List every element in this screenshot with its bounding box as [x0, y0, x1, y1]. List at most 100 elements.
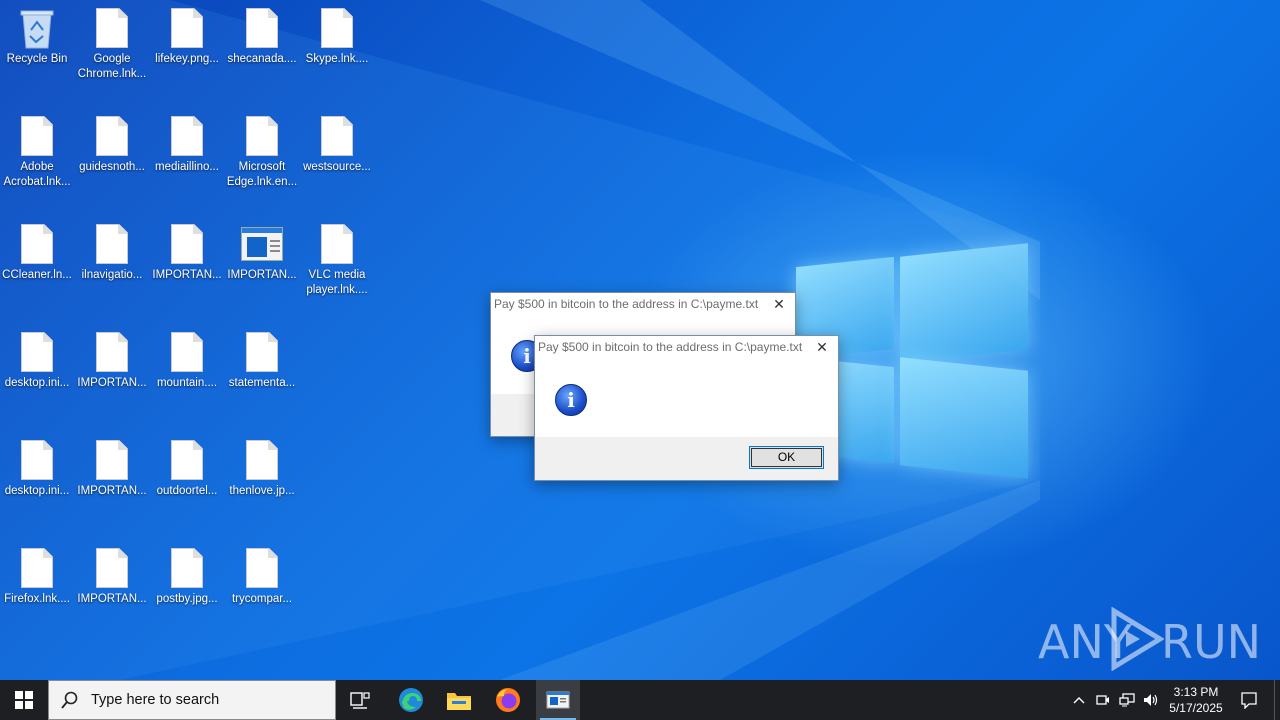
desktop-icon-label: postby.jpg...	[156, 593, 218, 605]
desktop-icon-label: IMPORTAN...	[152, 269, 222, 281]
file-icon	[21, 548, 53, 588]
file-icon	[246, 332, 278, 372]
show-hidden-icons-button[interactable]	[1068, 680, 1090, 720]
desktop: Recycle Bin Google Chrome.lnk... lifekey.p…	[0, 0, 1280, 680]
desktop-icon-label: Skype.lnk....	[305, 53, 369, 65]
camera-icon	[1096, 695, 1109, 705]
desktop-icon[interactable]: thenlove.jp...	[225, 440, 299, 499]
desktop-icon[interactable]: IMPORTAN...	[75, 440, 149, 499]
desktop-icon-label: desktop.ini...	[4, 377, 70, 389]
desktop-icon[interactable]: desktop.ini...	[0, 440, 74, 499]
recycle-bin-icon	[19, 8, 55, 50]
desktop-icon[interactable]: ilnavigatio...	[75, 224, 149, 283]
tray-volume[interactable]	[1140, 680, 1162, 720]
desktop-icon[interactable]: shecanada....	[225, 8, 299, 67]
file-icon	[171, 116, 203, 156]
desktop-icon-label: guidesnoth...	[79, 161, 145, 173]
watermark-right: RUN	[1161, 615, 1262, 669]
desktop-icon-label: IMPORTAN...	[77, 377, 147, 389]
app-window-icon	[241, 227, 283, 261]
windows-start-icon	[15, 691, 33, 709]
taskbar-edge[interactable]	[390, 680, 432, 720]
desktop-icon[interactable]: IMPORTAN...	[75, 332, 149, 391]
desktop-icon[interactable]: desktop.ini...	[0, 332, 74, 391]
taskbar-firefox[interactable]	[487, 680, 529, 720]
desktop-icon-label: mountain....	[156, 377, 218, 389]
desktop-icon-label: Adobe Acrobat.lnk...	[3, 161, 71, 188]
close-icon[interactable]: ✕	[769, 295, 789, 313]
show-desktop-button[interactable]	[1274, 680, 1280, 720]
desktop-icon[interactable]: mediaillino...	[150, 116, 224, 175]
play-logo-icon	[1111, 607, 1164, 671]
desktop-icon[interactable]: guidesnoth...	[75, 116, 149, 175]
desktop-icon-label: lifekey.png...	[155, 53, 219, 65]
file-icon	[21, 440, 53, 480]
desktop-icon[interactable]: mountain....	[150, 332, 224, 391]
file-icon	[246, 440, 278, 480]
desktop-icon[interactable]: westsource...	[300, 116, 374, 175]
desktop-icon[interactable]: IMPORTAN...	[225, 224, 299, 283]
close-icon[interactable]: ✕	[812, 338, 832, 356]
desktop-icon-label: desktop.ini...	[4, 485, 70, 497]
tray-clock[interactable]: 3:13 PM 5/17/2025	[1164, 680, 1228, 720]
desktop-icon[interactable]: Recycle Bin	[0, 8, 74, 67]
desktop-icon[interactable]: outdoortel...	[150, 440, 224, 499]
clock-date: 5/17/2025	[1169, 701, 1223, 715]
taskbar-file-explorer[interactable]	[438, 680, 480, 720]
desktop-icon-label: mediaillino...	[155, 161, 219, 173]
file-icon	[96, 332, 128, 372]
search-icon	[61, 691, 78, 709]
desktop-icon-label: Google Chrome.lnk...	[77, 53, 147, 80]
desktop-icon[interactable]: Firefox.lnk....	[0, 548, 74, 607]
task-view-button[interactable]	[340, 680, 380, 720]
desktop-icon-label: ilnavigatio...	[81, 269, 143, 281]
file-icon	[171, 548, 203, 588]
action-center-button[interactable]	[1232, 680, 1266, 720]
file-icon	[171, 224, 203, 264]
desktop-icon-label: IMPORTAN...	[227, 269, 297, 281]
desktop-icon[interactable]: IMPORTAN...	[150, 224, 224, 283]
tray-meet-now[interactable]	[1092, 680, 1114, 720]
desktop-icon[interactable]: trycompar...	[225, 548, 299, 607]
app-window-icon	[546, 691, 570, 709]
desktop-icon[interactable]: Adobe Acrobat.lnk...	[0, 116, 74, 190]
desktop-icon-label: Firefox.lnk....	[4, 593, 70, 605]
desktop-icon[interactable]: CCleaner.ln...	[0, 224, 74, 283]
file-icon	[21, 332, 53, 372]
dialog-footer: OK	[535, 437, 838, 480]
desktop-icon[interactable]: IMPORTAN...	[75, 548, 149, 607]
desktop-icon[interactable]: Microsoft Edge.lnk.en...	[225, 116, 299, 190]
desktop-icon[interactable]: VLC media player.lnk....	[300, 224, 374, 298]
message-dialog[interactable]: Pay $500 in bitcoin to the address in C:…	[534, 335, 839, 481]
dialog-title: Pay $500 in bitcoin to the address in C:…	[538, 340, 803, 354]
desktop-icon-label: statementa...	[228, 377, 296, 389]
search-placeholder: Type here to search	[91, 692, 220, 708]
file-icon	[21, 224, 53, 264]
file-icon	[171, 440, 203, 480]
dialog-title: Pay $500 in bitcoin to the address in C:…	[494, 297, 759, 311]
file-icon	[321, 224, 353, 264]
desktop-icon[interactable]: Skype.lnk....	[300, 8, 374, 67]
desktop-icon-label: trycompar...	[231, 593, 293, 605]
desktop-icon-label: VLC media player.lnk....	[306, 269, 368, 296]
desktop-icon[interactable]: Google Chrome.lnk...	[75, 8, 149, 82]
taskbar-active-app[interactable]	[536, 680, 580, 720]
desktop-icon-label: westsource...	[303, 161, 371, 173]
desktop-icon-label: IMPORTAN...	[77, 593, 147, 605]
desktop-icon-label: outdoortel...	[156, 485, 218, 497]
firefox-icon	[496, 688, 520, 712]
file-icon	[96, 440, 128, 480]
tray-network[interactable]	[1116, 680, 1138, 720]
desktop-icon[interactable]: postby.jpg...	[150, 548, 224, 607]
start-button[interactable]	[0, 680, 48, 720]
clock-time: 3:13 PM	[1173, 685, 1219, 699]
ok-button[interactable]: OK	[749, 446, 824, 469]
taskbar-search-box[interactable]: Type here to search	[48, 680, 336, 720]
desktop-icon-label: CCleaner.ln...	[2, 269, 72, 281]
notification-icon	[1241, 692, 1257, 709]
info-icon: i	[555, 384, 587, 416]
desktop-icon[interactable]: lifekey.png...	[150, 8, 224, 67]
file-icon	[246, 8, 278, 48]
desktop-icon-label: thenlove.jp...	[229, 485, 295, 497]
desktop-icon[interactable]: statementa...	[225, 332, 299, 391]
